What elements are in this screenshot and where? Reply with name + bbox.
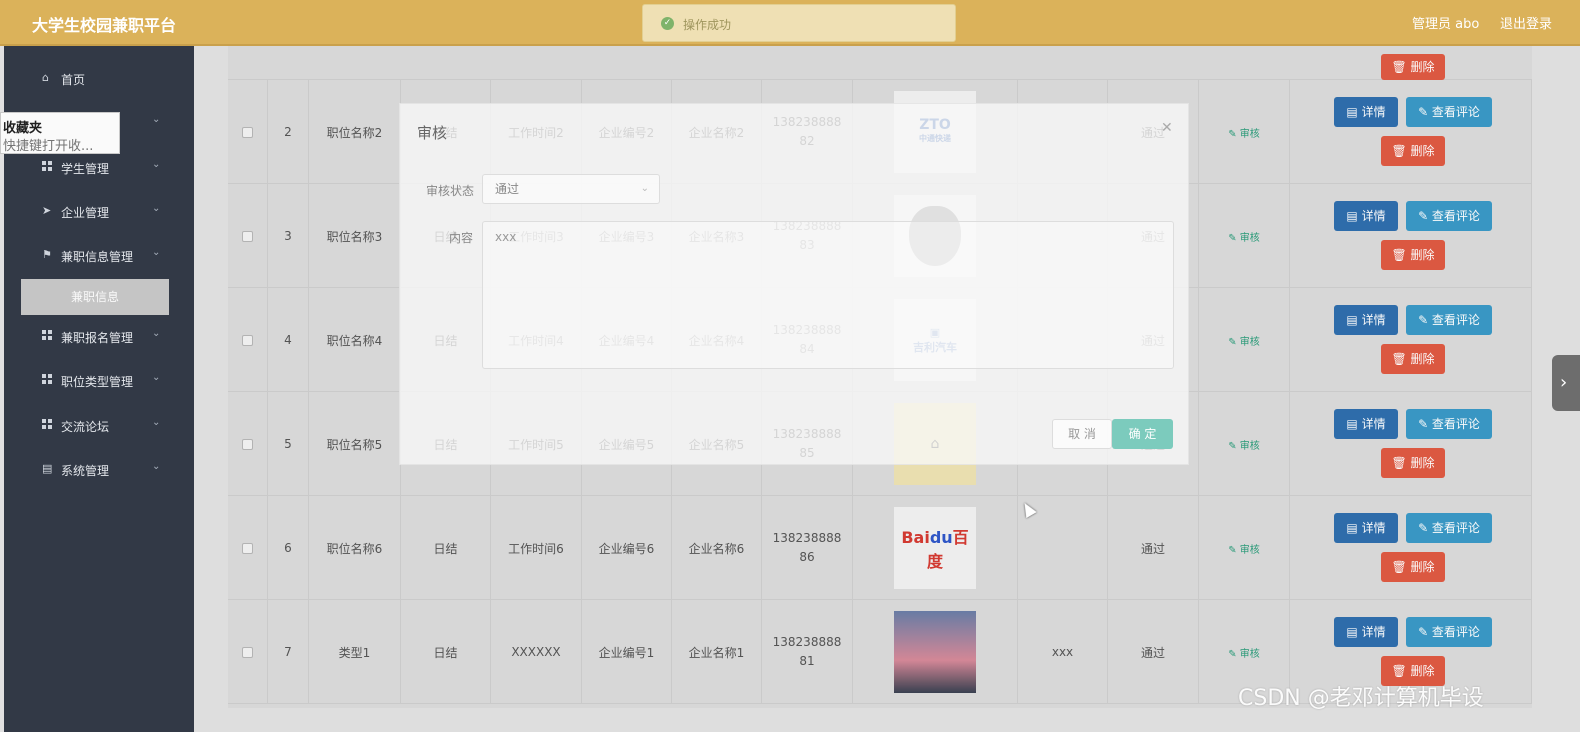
audit-dialog: 审核 ✕ 审核状态 通过 ⌄ 内容 xxx 取 消 确 定 [399,103,1189,465]
content-label: 内容 [449,231,474,245]
cancel-button[interactable]: 取 消 [1052,419,1112,449]
confirm-button[interactable]: 确 定 [1112,419,1173,449]
brand-title: 大学生校园兼职平台 [32,16,177,35]
close-icon[interactable]: ✕ [1161,120,1173,136]
status-select-value: 通过 [495,182,520,196]
dialog-title: 审核 [417,124,448,142]
status-select[interactable]: 通过 ⌄ [482,174,660,204]
watermark: CSDN @老邓计算机毕设 [1238,686,1484,711]
status-label: 审核状态 [426,184,475,198]
chevron-right-icon[interactable]: › [1552,355,1580,411]
content-textarea[interactable]: xxx [482,221,1174,369]
chevron-down-icon: ⌄ [640,183,649,194]
